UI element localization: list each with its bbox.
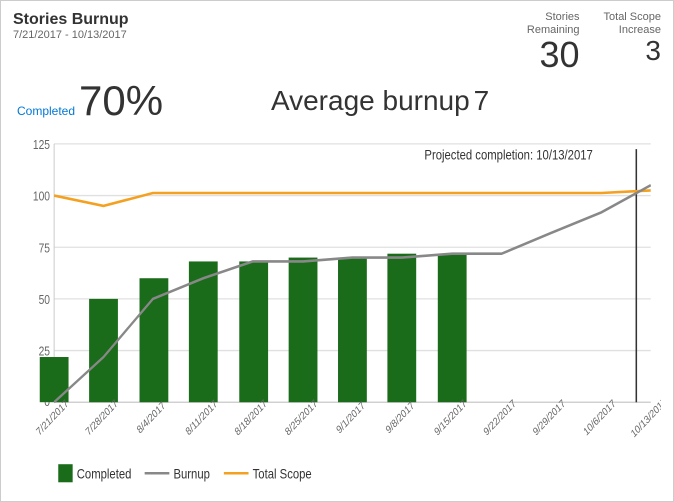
completed-value: 70%	[79, 77, 163, 125]
x-label-8: 9/15/2017	[433, 398, 469, 439]
x-label-7: 9/8/2017	[384, 400, 417, 437]
header-right: StoriesRemaining 30 Total ScopeIncrease …	[527, 11, 661, 73]
y-label-125: 125	[33, 138, 50, 152]
burnup-chart: 125 100 75 50 25 0	[13, 131, 661, 493]
header-left: Stories Burnup 7/21/2017 - 10/13/2017	[13, 11, 129, 41]
x-label-0: 7/21/2017	[35, 398, 71, 439]
completed-metric: Completed 70%	[17, 77, 163, 125]
total-scope-block: Total ScopeIncrease 3	[604, 11, 661, 65]
bar-7	[387, 254, 416, 403]
bar-5	[289, 258, 318, 403]
y-label-25: 25	[39, 345, 50, 359]
bar-8	[438, 254, 467, 403]
stories-remaining-value: 30	[527, 37, 580, 73]
projected-label: Projected completion: 10/13/2017	[424, 147, 592, 164]
x-label-3: 8/11/2017	[184, 398, 220, 438]
chart-title: Stories Burnup	[13, 11, 129, 29]
avg-burnup-metric: Average burnup 7	[271, 85, 489, 117]
x-label-1: 7/28/2017	[84, 398, 120, 439]
scope-line	[54, 191, 651, 206]
y-label-100: 100	[33, 190, 51, 204]
legend-completed-label: Completed	[77, 466, 132, 483]
completed-label: Completed	[17, 104, 75, 118]
total-scope-label: Total ScopeIncrease	[604, 11, 661, 37]
x-label-10: 9/29/2017	[532, 398, 568, 439]
x-label-6: 9/1/2017	[335, 400, 368, 437]
x-label-11: 10/6/2017	[582, 398, 618, 439]
bar-0	[40, 357, 69, 402]
legend-burnup-label: Burnup	[173, 466, 209, 483]
total-scope-value: 3	[604, 37, 661, 65]
avg-burnup-value: 7	[474, 85, 490, 116]
bar-6	[338, 258, 367, 403]
x-label-4: 8/18/2017	[233, 398, 269, 439]
avg-burnup-label: Average burnup	[271, 85, 470, 116]
stories-remaining-block: StoriesRemaining 30	[527, 11, 580, 73]
x-label-9: 9/22/2017	[482, 398, 518, 439]
legend-completed-swatch	[58, 465, 72, 483]
y-label-50: 50	[39, 293, 51, 307]
bar-1	[89, 299, 118, 402]
x-label-2: 8/4/2017	[135, 400, 168, 437]
metrics-row: Completed 70% Average burnup 7	[13, 77, 661, 125]
bar-2	[140, 279, 169, 403]
dashboard-container: Stories Burnup 7/21/2017 - 10/13/2017 St…	[0, 0, 674, 502]
bar-4	[239, 262, 268, 403]
y-label-75: 75	[39, 242, 50, 256]
legend-scope-label: Total Scope	[253, 466, 312, 483]
x-label-5: 8/25/2017	[284, 398, 320, 439]
header: Stories Burnup 7/21/2017 - 10/13/2017 St…	[13, 11, 661, 73]
date-range: 7/21/2017 - 10/13/2017	[13, 29, 129, 41]
